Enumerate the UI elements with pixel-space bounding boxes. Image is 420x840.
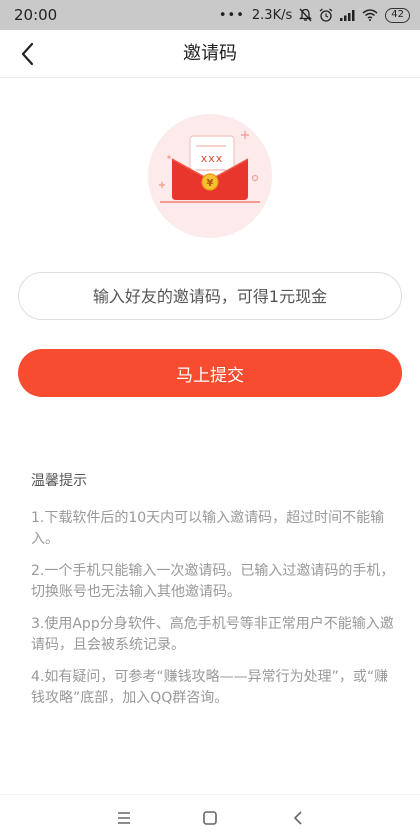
system-back-button[interactable] bbox=[286, 806, 310, 830]
battery-icon: 42 bbox=[385, 7, 410, 23]
wifi-icon bbox=[362, 9, 378, 21]
menu-button[interactable] bbox=[112, 806, 136, 830]
tip-item: 2.一个手机只能输入一次邀请码。已输入过邀请码的手机，切换账号也无法输入其他邀请… bbox=[31, 563, 395, 600]
card-placeholder-text: xxx bbox=[201, 152, 224, 165]
red-envelope-illustration: xxx ¥ bbox=[148, 114, 272, 238]
status-indicators: ••• 2.3K/s 42 bbox=[218, 7, 410, 23]
tip-item: 1.下载软件后的10天内可以输入邀请码，超过时间不能输入。 bbox=[31, 510, 385, 547]
alarm-icon bbox=[319, 8, 333, 22]
notification-dots: ••• bbox=[218, 7, 245, 23]
network-speed: 2.3K/s bbox=[251, 7, 293, 23]
tip-item: 4.如有疑问，可参考“赚钱攻略——异常行为处理”，或“赚钱攻略”底部，加入QQ群… bbox=[31, 669, 389, 706]
tip-item: 3.使用App分身软件、高危手机号等非正常用户不能输入邀请码，且会被系统记录。 bbox=[31, 616, 394, 653]
back-icon bbox=[294, 811, 302, 825]
back-button[interactable] bbox=[12, 38, 44, 70]
invite-code-input[interactable] bbox=[18, 272, 402, 320]
tips-section: 温馨提示 1.下载软件后的10天内可以输入邀请码，超过时间不能输入。 2.一个手… bbox=[31, 470, 401, 720]
signal-icon bbox=[340, 10, 355, 21]
home-icon bbox=[203, 811, 217, 825]
home-button[interactable] bbox=[198, 806, 222, 830]
coin-symbol: ¥ bbox=[207, 178, 214, 189]
status-time: 20:00 bbox=[14, 6, 58, 24]
nav-bar: 邀请码 bbox=[0, 30, 420, 78]
submit-button[interactable]: 马上提交 bbox=[18, 349, 402, 397]
page-title: 邀请码 bbox=[183, 43, 237, 64]
mute-icon bbox=[299, 8, 313, 22]
menu-icon bbox=[118, 812, 130, 824]
status-bar: 20:00 ••• 2.3K/s 42 bbox=[0, 0, 420, 30]
chevron-left-icon bbox=[21, 42, 34, 66]
system-nav-bar bbox=[0, 794, 420, 840]
tips-title: 温馨提示 bbox=[31, 473, 87, 489]
